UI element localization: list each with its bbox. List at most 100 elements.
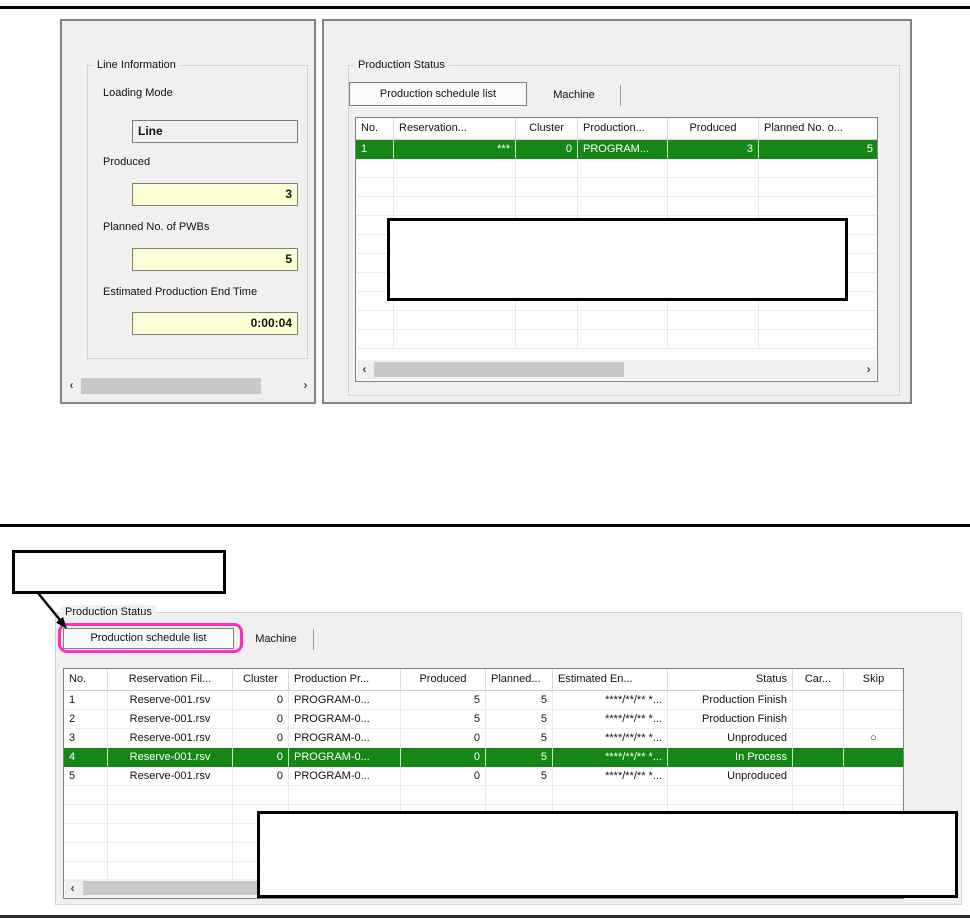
tab-machine[interactable]: Machine [538,87,610,105]
produced-field: 3 [132,183,298,206]
groupbox-title: Line Information [93,58,180,72]
empty-table-row [356,330,877,349]
table-cell: PROGRAM-0... [289,691,401,710]
scrollbar-thumb[interactable] [374,362,624,377]
table-cell: 0 [401,748,486,767]
column-header[interactable]: Cluster [516,118,578,140]
column-header[interactable]: Cluster [233,669,289,691]
table-cell [793,748,844,767]
column-header[interactable]: Car... [793,669,844,691]
column-header[interactable]: Reservation... [394,118,516,140]
table-cell: 1 [356,140,394,159]
table-cell: 0 [401,729,486,748]
table-header-row: No. Reservation... Cluster Production... Pro… [356,118,877,140]
empty-table-row [356,197,877,216]
table-cell: 2 [64,710,108,729]
callout-arrow [37,592,67,629]
table-cell: Reserve-001.rsv [108,710,233,729]
callout-box [387,218,848,301]
table-cell: 5 [401,710,486,729]
table-cell: ****/**/** *... [553,691,668,710]
loading-mode-value: Line [138,124,163,138]
produced-value: 3 [285,187,292,201]
scroll-left-arrow-icon[interactable]: ‹ [357,360,372,379]
empty-table-row [356,311,877,330]
table-cell: 4 [64,748,108,767]
table-cell: ****/**/** *... [553,710,668,729]
page-divider-bottom [0,915,970,918]
column-header[interactable]: Status [668,669,793,691]
table-cell: 5 [486,767,553,786]
table-cell: Reserve-001.rsv [108,691,233,710]
column-header[interactable]: Planned No. o... [759,118,877,140]
production-status-panel: Production Status Production schedule li… [322,19,912,404]
column-header[interactable]: Estimated En... [553,669,668,691]
table-cell: 0 [516,140,578,159]
horizontal-scrollbar[interactable]: ‹ › [357,360,876,379]
line-information-panel: Line Information Loading Mode Line Produ… [60,19,316,404]
table-cell: Production Finish [668,691,793,710]
table-row[interactable]: 1 *** 0 PROGRAM... 3 5 [356,140,877,159]
estimated-end-field: 0:00:04 [132,312,298,335]
scroll-left-arrow-icon[interactable]: ‹ [64,376,79,396]
column-header[interactable]: Planned... [486,669,553,691]
column-header[interactable]: Produced [401,669,486,691]
table-row[interactable]: 1 Reserve-001.rsv 0 PROGRAM-0... 5 5 ****/**/*… [64,691,903,710]
callout-box [257,811,958,898]
table-cell: 5 [401,691,486,710]
table-row[interactable]: 5 Reserve-001.rsv 0 PROGRAM-0... 0 5 ****/**/*… [64,767,903,786]
table-cell: 5 [486,729,553,748]
scroll-left-arrow-icon[interactable]: ‹ [65,879,80,897]
table-cell [844,691,903,710]
table-cell: 0 [233,710,289,729]
tab-production-schedule-list[interactable]: Production schedule list [349,82,527,106]
table-cell: PROGRAM-0... [289,729,401,748]
planned-pwbs-label: Planned No. of PWBs [103,221,210,233]
column-header[interactable]: Reservation Fil... [108,669,233,691]
scroll-right-arrow-icon[interactable]: › [861,360,876,379]
estimated-end-value: 0:00:04 [250,316,292,330]
table-cell: 0 [233,748,289,767]
page-divider-top [0,6,970,9]
table-cell: 0 [233,691,289,710]
table-cell: 0 [401,767,486,786]
table-cell: ****/**/** *... [553,748,668,767]
table-row[interactable]: 3 Reserve-001.rsv 0 PROGRAM-0... 0 5 ****/**/*… [64,729,903,748]
line-information-groupbox: Line Information Loading Mode Line Produ… [87,58,308,359]
table-cell: 5 [759,140,877,159]
planned-pwbs-field: 5 [132,248,298,271]
manual-page: Line Information Loading Mode Line Produ… [0,0,970,919]
table-cell [793,691,844,710]
scrollbar-thumb[interactable] [81,378,261,394]
table-row[interactable]: 2 Reserve-001.rsv 0 PROGRAM-0... 5 5 ****/**/*… [64,710,903,729]
empty-table-row [356,178,877,197]
table-cell: Unproduced [668,729,793,748]
table-cell: Unproduced [668,767,793,786]
loading-mode-label: Loading Mode [103,87,173,99]
column-header[interactable]: Skip [844,669,903,691]
table-cell: 3 [668,140,759,159]
tab-machine[interactable]: Machine [246,631,306,649]
table-row[interactable]: 4 Reserve-001.rsv 0 PROGRAM-0... 0 5 ****/**/*… [64,748,903,767]
column-header[interactable]: No. [64,669,108,691]
estimated-end-label: Estimated Production End Time [103,286,258,298]
table-cell: 0 [233,767,289,786]
table-cell [844,767,903,786]
tab-separator [313,629,314,650]
callout-box [12,550,226,594]
horizontal-scrollbar[interactable]: ‹ › [64,376,313,396]
column-header[interactable]: No. [356,118,394,140]
table-cell: PROGRAM... [578,140,668,159]
tab-production-schedule-list[interactable]: Production schedule list [63,628,234,649]
table-cell: ○ [844,729,903,748]
groupbox-title: Production Status [61,605,156,619]
column-header[interactable]: Produced [668,118,759,140]
scroll-right-arrow-icon[interactable]: › [298,376,313,396]
table-cell: *** [394,140,516,159]
column-header[interactable]: Production Pr... [289,669,401,691]
table-cell: 5 [486,691,553,710]
table-cell: PROGRAM-0... [289,748,401,767]
table-cell [793,767,844,786]
table-cell [793,729,844,748]
column-header[interactable]: Production... [578,118,668,140]
